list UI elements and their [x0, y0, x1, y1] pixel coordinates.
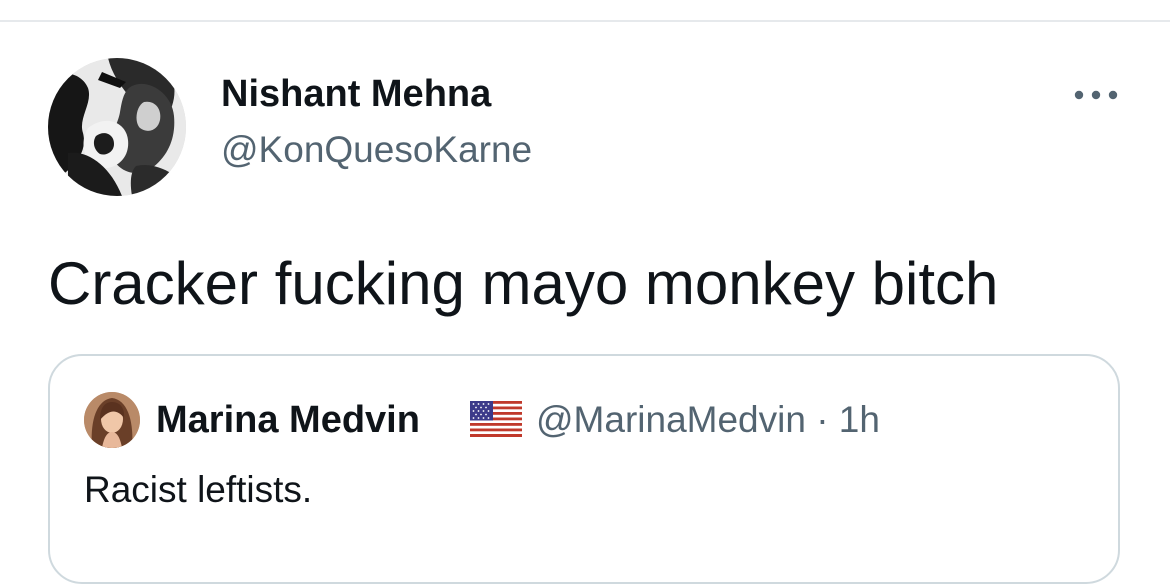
- avatar-image: [48, 58, 186, 196]
- quoted-tweet-card[interactable]: Marina Medvin @MarinaMedvin · 1h Racist …: [48, 354, 1120, 584]
- quoted-tweet-text: Racist leftists.: [84, 469, 313, 510]
- more-options-button[interactable]: [1068, 80, 1124, 110]
- author-name[interactable]: Nishant Mehna: [221, 70, 491, 118]
- quoted-author-handle-time[interactable]: @MarinaMedvin · 1h: [536, 396, 880, 444]
- quoted-author-avatar[interactable]: [84, 392, 140, 448]
- tweet-text: Cracker fucking mayo monkey bitch: [48, 250, 999, 317]
- more-horizontal-icon: [1074, 90, 1118, 100]
- quoted-author-name[interactable]: Marina Medvin: [156, 396, 420, 444]
- author-avatar[interactable]: [48, 58, 186, 196]
- author-handle[interactable]: @KonQuesoKarne: [221, 127, 532, 173]
- quoted-avatar-image: [84, 392, 140, 448]
- top-divider: [0, 20, 1170, 22]
- us-flag-icon: [470, 401, 522, 437]
